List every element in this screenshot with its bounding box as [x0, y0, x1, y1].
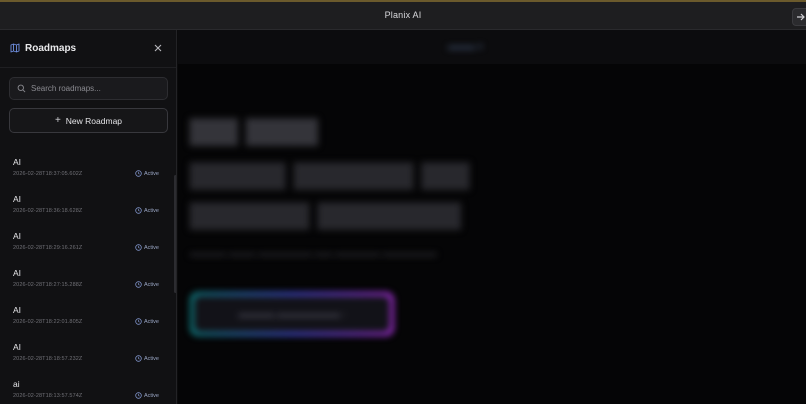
map-icon [10, 43, 20, 53]
plus-icon: + [54, 114, 61, 126]
panel-toggle-icon [797, 13, 805, 21]
roadmaps-sidebar: Roadmaps + New Roadmap AI 2026-02-28T18:… [0, 30, 177, 404]
blurred-cta-shape: ▬▬▬▬ ▬▬▬▬▬▬▬ › [190, 292, 394, 336]
new-roadmap-label: New Roadmap [65, 115, 123, 126]
roadmap-date: 2026-02-28T18:37:05.602Z [13, 171, 83, 177]
status-text: Active [144, 170, 159, 177]
main-header-obscured: ▬▬▬ ● [178, 30, 806, 64]
status-badge: Active [135, 207, 159, 214]
list-item[interactable]: AI 2026-02-28T18:27:15.288Z Active [0, 264, 174, 301]
status-badge: Active [135, 355, 159, 362]
search-icon [17, 84, 26, 93]
close-icon[interactable] [153, 43, 163, 53]
clock-icon [135, 207, 142, 214]
status-text: Active [144, 207, 159, 214]
clock-icon [135, 318, 142, 325]
roadmap-date: 2026-02-28T18:27:15.288Z [13, 282, 83, 288]
panel-toggle-button[interactable] [792, 8, 806, 26]
roadmap-name: AI [13, 194, 22, 204]
status-text: Active [144, 392, 159, 399]
window-title-bar: Planix AI [0, 0, 806, 30]
list-item[interactable]: ai 2026-02-28T18:13:57.574Z Active [0, 375, 174, 404]
roadmap-date: 2026-02-28T18:18:57.232Z [13, 356, 83, 362]
app-title: Planix AI [384, 10, 422, 20]
roadmap-date: 2026-02-28T18:22:01.805Z [13, 319, 83, 325]
roadmap-name: AI [13, 268, 22, 278]
blurred-heading-shape: ▆▆ ▆▆▆ [190, 110, 318, 145]
list-item[interactable]: AI 2026-02-28T18:36:18.628Z Active [0, 190, 174, 227]
search-box [9, 77, 168, 100]
blurred-heading-shape-2: ▆▆▆▆ ▆▆▆▆▆ ▆▆ ▆▆▆▆▆ ▆▆▆▆▆▆ [190, 154, 470, 229]
status-text: Active [144, 281, 159, 288]
sidebar-title: Roadmaps [25, 43, 77, 54]
roadmap-name: ai [13, 379, 20, 389]
status-badge: Active [135, 281, 159, 288]
clock-icon [135, 170, 142, 177]
list-item[interactable]: AI 2026-02-28T18:18:57.232Z Active [0, 338, 174, 375]
status-badge: Active [135, 244, 159, 251]
roadmap-name: AI [13, 157, 22, 167]
status-text: Active [144, 244, 159, 251]
clock-icon [135, 281, 142, 288]
roadmap-list: AI 2026-02-28T18:37:05.602Z Active AI 20… [0, 153, 174, 404]
roadmap-name: AI [13, 305, 22, 315]
main-content-obscured: ▬▬▬ ● ▆▆ ▆▆▆ ▆▆▆▆ ▆▆▆▆▆ ▆▆ ▆▆▆▆▆ ▆▆▆▆▆▆ … [178, 30, 806, 404]
new-roadmap-button[interactable]: + New Roadmap [9, 108, 168, 133]
sidebar-scrollbar[interactable] [174, 175, 176, 293]
roadmap-name: AI [13, 342, 22, 352]
status-badge: Active [135, 318, 159, 325]
status-text: Active [144, 318, 159, 325]
roadmap-date: 2026-02-28T18:36:18.628Z [13, 208, 83, 214]
blurred-subtitle-shape: ▬▬▬▬ ▬▬▬ ▬▬▬▬▬▬ ▬▬ ▬▬▬▬▬ ▬▬▬▬▬▬ [190, 248, 437, 258]
status-text: Active [144, 355, 159, 362]
roadmap-date: 2026-02-28T18:29:16.261Z [13, 245, 83, 251]
roadmap-date: 2026-02-28T18:13:57.574Z [13, 393, 83, 399]
list-item[interactable]: AI 2026-02-28T18:29:16.261Z Active [0, 227, 174, 264]
blurred-cta-inner: ▬▬▬▬ ▬▬▬▬▬▬▬ › [194, 296, 390, 332]
list-item[interactable]: AI 2026-02-28T18:37:05.602Z Active [0, 153, 174, 190]
blurred-nav-shape: ▬▬▬ ● [448, 41, 483, 51]
clock-icon [135, 244, 142, 251]
status-badge: Active [135, 170, 159, 177]
clock-icon [135, 392, 142, 399]
sidebar-header: Roadmaps [0, 30, 176, 68]
roadmap-name: AI [13, 231, 22, 241]
search-input[interactable] [29, 81, 164, 96]
clock-icon [135, 355, 142, 362]
list-item[interactable]: AI 2026-02-28T18:22:01.805Z Active [0, 301, 174, 338]
status-badge: Active [135, 392, 159, 399]
